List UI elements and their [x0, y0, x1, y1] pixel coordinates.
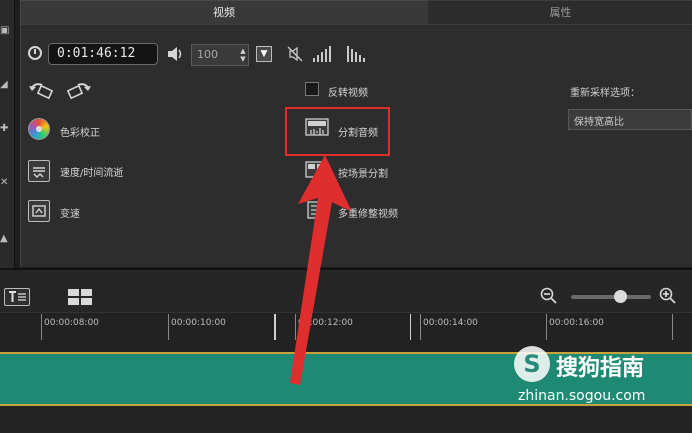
storyboard-icon[interactable]	[67, 288, 93, 306]
ruler-label: 00:00:14:00	[423, 318, 478, 328]
fade-in-icon[interactable]	[313, 46, 335, 62]
color-wheel-icon[interactable]	[28, 118, 50, 140]
volume-spinner[interactable]: ▲ ▼	[238, 47, 248, 63]
left-toolbar: ▣ ◢ ✚ ✕ ▲	[0, 0, 15, 268]
tab-video[interactable]: 视频	[20, 0, 428, 25]
timeline-empty-area	[0, 406, 692, 433]
variable-speed-icon[interactable]	[28, 200, 50, 222]
mute-icon[interactable]	[287, 46, 303, 62]
strip-icon-1[interactable]: ▣	[0, 24, 12, 38]
speaker-icon[interactable]	[167, 46, 185, 62]
ruler-tick	[420, 314, 421, 340]
ruler-tick	[546, 314, 547, 340]
title-track-icon[interactable]	[4, 288, 30, 306]
ruler-tick	[168, 314, 169, 340]
tab-attributes[interactable]: 属性	[427, 0, 692, 25]
zoom-slider-thumb[interactable]	[614, 290, 627, 303]
color-correction-label[interactable]: 色彩校正	[60, 124, 100, 139]
ruler-tick	[41, 314, 42, 340]
variable-speed-label[interactable]: 变速	[60, 205, 80, 220]
annotation-arrow	[290, 155, 350, 385]
volume-dropdown-button[interactable]: ▼	[256, 46, 272, 62]
volume-input[interactable]: 100 ▲ ▼	[191, 44, 249, 66]
reverse-video-checkbox[interactable]	[305, 82, 319, 96]
ruler-label: 00:00:16:00	[549, 318, 604, 328]
ruler-label: 00:00:08:00	[44, 318, 99, 328]
resample-select[interactable]: 保持宽高比	[568, 109, 692, 130]
watermark-brand: 搜狗指南	[556, 356, 645, 381]
watermark-logo: S	[514, 346, 550, 382]
clock-icon	[28, 46, 42, 60]
speed-icon[interactable]	[28, 160, 50, 182]
timeline-marker[interactable]	[410, 314, 411, 340]
watermark-url: zhinan.sogou.com	[518, 388, 646, 404]
zoom-out-icon[interactable]	[540, 287, 558, 305]
strip-icon-4[interactable]: ✕	[0, 176, 12, 190]
ruler-label: 00:00:10:00	[171, 318, 226, 328]
rotate-right-icon[interactable]	[66, 80, 94, 100]
timecode-value: 0:01:46:12	[57, 46, 136, 61]
rotate-left-icon[interactable]	[28, 80, 54, 100]
tab-attributes-label: 属性	[549, 6, 572, 19]
strip-icon-2[interactable]: ◢	[0, 78, 12, 92]
resample-label: 重新采样选项：	[570, 88, 640, 99]
zoom-slider[interactable]	[571, 295, 651, 299]
strip-icon-5[interactable]: ▲	[0, 232, 12, 246]
zoom-in-icon[interactable]	[659, 287, 677, 305]
timecode-input[interactable]: 0:01:46:12 ▲▼	[48, 43, 201, 65]
ruler-tick	[672, 314, 673, 340]
reverse-video-label[interactable]: 反转视频	[328, 84, 368, 99]
volume-value: 100	[197, 48, 218, 61]
resample-value: 保持宽高比	[574, 117, 624, 128]
fade-out-icon[interactable]	[347, 46, 369, 62]
speed-time-flow-label[interactable]: 速度/时间流逝	[60, 164, 123, 179]
tab-video-label: 视频	[213, 6, 235, 19]
strip-icon-3[interactable]: ✚	[0, 122, 12, 136]
